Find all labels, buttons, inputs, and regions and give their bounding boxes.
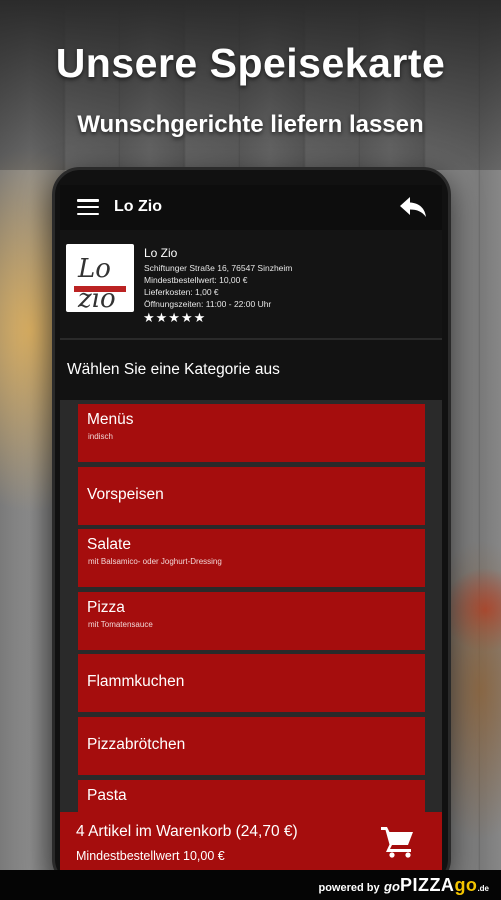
powered-by-text: powered by [318,882,380,894]
category-item-pizza[interactable]: Pizza mit Tomatensauce [78,591,425,650]
brand-go-prefix: go [384,879,400,894]
restaurant-info: Lo zio Lo Zio Schiftunger Straße 16, 765… [60,230,442,338]
category-item-flammkuchen[interactable]: Flammkuchen [78,654,425,713]
app-bar-title: Lo Zio [114,198,162,215]
brand-pizza: PIZZA [399,875,455,895]
category-prompt-bar: Wählen Sie eine Kategorie aus [60,340,442,400]
restaurant-delivery-cost: Lieferkosten: 1,00 € [144,287,219,297]
promo-headline: Unsere Speisekarte [55,40,446,86]
cart-min-order: Mindestbestellwert 10,00 € [76,849,225,863]
logo-lettering: Lo zio [78,254,116,312]
restaurant-logo: Lo zio [66,244,134,312]
app-screen: Lo Zio Lo zio Lo Zio Schiftunger Straße … [60,185,442,870]
brand-go: go [454,875,478,895]
category-item-menues[interactable]: Menüs indisch [78,404,425,462]
rating-stars: ★★★★★ [143,310,207,325]
footer-bar: powered by goPIZZAgo.de [0,870,501,900]
category-subtitle: mit Tomatensauce [88,619,153,629]
brand-tld: .de [477,884,489,893]
category-subtitle: indisch [88,432,113,441]
cart-button[interactable]: 4 Artikel im Warenkorb (24,70 €) Mindest… [60,812,442,870]
category-title: Flammkuchen [87,673,185,691]
category-prompt: Wählen Sie eine Kategorie aus [67,361,280,378]
powered-by-logo: powered by goPIZZAgo.de [318,875,489,896]
restaurant-address: Schiftunger Straße 16, 76547 Sinzheim [144,263,293,273]
category-title: Pizzabrötchen [87,735,186,753]
app-bar: Lo Zio [60,185,442,230]
hamburger-menu-icon[interactable] [77,199,99,216]
category-title: Pizza [87,598,125,616]
category-title: Salate [87,536,131,554]
reply-back-arrow-icon[interactable] [398,195,428,219]
category-title: Menüs [87,411,134,428]
promo-subline: Wunschgerichte liefern lassen [77,111,424,138]
shopping-cart-icon [381,827,413,858]
restaurant-name: Lo Zio [144,246,178,260]
category-item-salate[interactable]: Salate mit Balsamico- oder Joghurt-Dress… [78,529,425,588]
restaurant-opening-hours: Öffnungszeiten: 11:00 - 22:00 Uhr [144,299,272,309]
restaurant-min-order: Mindestbestellwert: 10,00 € [144,275,248,285]
cart-summary: 4 Artikel im Warenkorb (24,70 €) [76,823,298,840]
category-title: Pasta [87,786,127,804]
category-list: Menüs indisch Vorspeisen Salate mit Bals… [78,404,425,842]
category-item-pizzabroetchen[interactable]: Pizzabrötchen [78,716,425,775]
category-item-vorspeisen[interactable]: Vorspeisen [78,466,425,525]
category-subtitle: mit Balsamico- oder Joghurt-Dressing [88,557,222,567]
category-title: Vorspeisen [87,485,164,503]
